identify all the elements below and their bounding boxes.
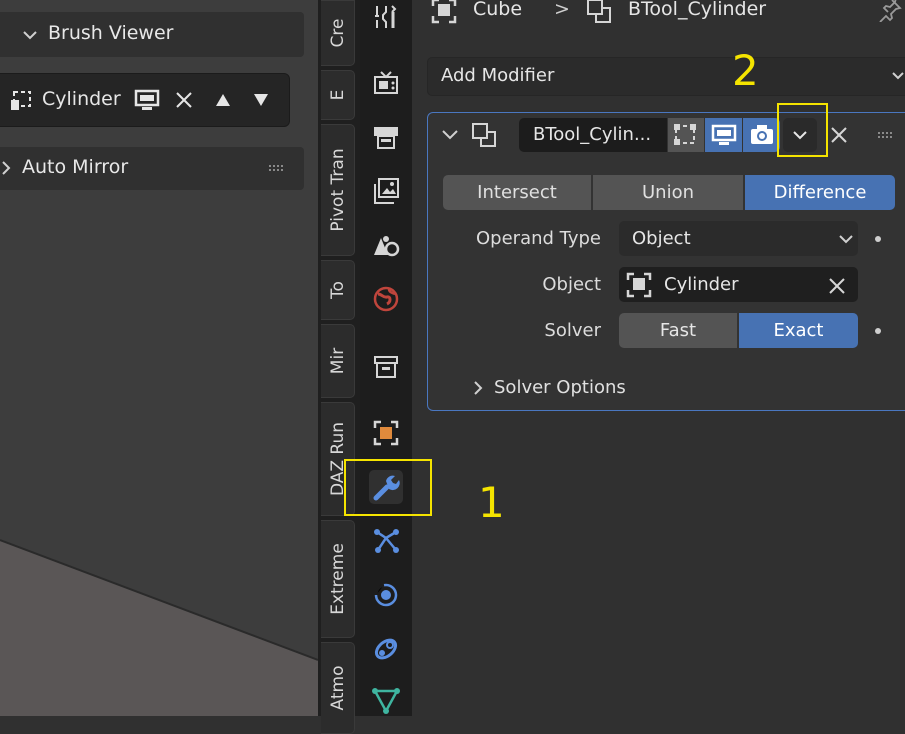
properties-tab-strip xyxy=(360,0,412,716)
close-icon[interactable] xyxy=(175,91,193,109)
scene-icon[interactable] xyxy=(369,228,403,262)
chevron-right-icon xyxy=(2,161,11,175)
object-icon xyxy=(431,0,457,24)
view-layer-icon[interactable] xyxy=(369,174,403,208)
breadcrumb-object: Cube xyxy=(473,0,523,20)
chevron-down-icon xyxy=(892,72,904,80)
solver-exact-button[interactable]: Exact xyxy=(739,313,858,348)
operation-difference-button[interactable]: Difference xyxy=(745,175,895,210)
highlight-box-dropdown xyxy=(777,103,828,157)
add-modifier-label: Add Modifier xyxy=(441,65,555,86)
tab-extreme[interactable]: Extreme xyxy=(321,520,355,638)
collection-icon[interactable] xyxy=(369,350,403,384)
drag-handle-icon[interactable] xyxy=(877,131,895,139)
object-icon xyxy=(626,272,652,298)
close-icon[interactable] xyxy=(828,277,846,295)
modifier-boolean-icon xyxy=(472,123,496,147)
edit-mode-toggle[interactable] xyxy=(668,118,704,152)
render-toggle[interactable] xyxy=(743,118,780,152)
triangle-down-icon[interactable] xyxy=(252,92,270,108)
close-icon[interactable] xyxy=(830,126,848,144)
monitor-icon[interactable] xyxy=(134,89,160,111)
operation-intersect-button[interactable]: Intersect xyxy=(443,175,591,210)
world-icon[interactable] xyxy=(369,282,403,316)
keyframe-dot[interactable] xyxy=(875,236,881,242)
operand-type-value: Object xyxy=(632,228,691,249)
annotation-number-1: 1 xyxy=(478,478,505,527)
tab-cre[interactable]: Cre xyxy=(321,0,355,66)
realtime-toggle[interactable] xyxy=(705,118,742,152)
solver-fast-button[interactable]: Fast xyxy=(619,313,737,348)
chevron-right-icon[interactable] xyxy=(472,380,484,396)
tab-e[interactable]: E xyxy=(321,70,355,120)
operation-union-button[interactable]: Union xyxy=(593,175,743,210)
tab-mir[interactable]: Mir xyxy=(321,324,355,398)
tab-pivot-tran[interactable]: Pivot Tran xyxy=(321,124,355,256)
tab-to[interactable]: To xyxy=(321,260,355,320)
physics-icon[interactable] xyxy=(369,578,403,612)
solver-options-header[interactable]: Solver Options xyxy=(494,377,626,398)
auto-mirror-title: Auto Mirror xyxy=(22,156,129,178)
edit-mode-icon xyxy=(674,124,696,145)
modifier-name: BTool_Cylin... xyxy=(533,124,652,145)
modifier-boolean-icon xyxy=(587,0,611,23)
camera-icon xyxy=(750,125,773,144)
constraints-icon[interactable] xyxy=(369,632,403,666)
breadcrumb-modifier: BTool_Cylinder xyxy=(628,0,767,20)
chevron-down-icon xyxy=(839,235,853,244)
highlight-box-modifier-tab xyxy=(344,459,432,516)
chevron-down-icon[interactable] xyxy=(441,128,459,142)
particles-icon[interactable] xyxy=(369,524,403,558)
object-value: Cylinder xyxy=(664,274,739,295)
object-cursor-icon xyxy=(11,91,31,110)
breadcrumb-separator: > xyxy=(554,0,570,20)
sidebar-tab-column: Cre E Pivot Tran To Mir DAZ Run Extreme … xyxy=(318,0,360,734)
drag-handle-icon[interactable] xyxy=(268,164,286,172)
operand-type-label: Operand Type xyxy=(476,228,601,249)
solver-label: Solver xyxy=(544,320,601,341)
pin-icon[interactable] xyxy=(878,0,902,22)
object-data-icon[interactable] xyxy=(369,684,403,718)
annotation-number-2: 2 xyxy=(732,46,759,95)
tool-icon[interactable] xyxy=(369,0,403,34)
operand-type-dropdown[interactable]: Object xyxy=(619,221,858,256)
brush-viewer-title: Brush Viewer xyxy=(48,22,174,44)
render-icon[interactable] xyxy=(369,66,403,100)
monitor-icon xyxy=(711,124,736,145)
boolean-modifier-panel xyxy=(427,112,905,411)
keyframe-dot[interactable] xyxy=(875,328,881,334)
tab-atmo[interactable]: Atmo xyxy=(321,642,355,734)
object-label: Object xyxy=(542,274,601,295)
output-icon[interactable] xyxy=(369,120,403,154)
object-icon[interactable] xyxy=(369,416,403,450)
chevron-down-icon xyxy=(23,31,37,40)
brush-item-label: Cylinder xyxy=(42,88,121,110)
triangle-up-icon[interactable] xyxy=(214,92,232,108)
